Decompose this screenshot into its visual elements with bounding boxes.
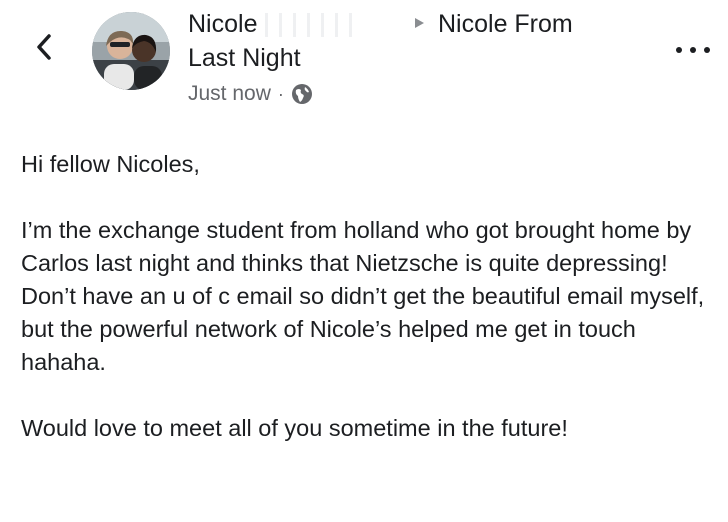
post-closing: Would love to meet all of you sometime i… [21, 415, 568, 441]
more-dot [704, 47, 710, 53]
more-options-button[interactable] [676, 40, 710, 60]
avatar-photo [92, 12, 170, 90]
post-meta: Just now · [188, 80, 313, 108]
author-name-continued[interactable]: Last Night [188, 42, 301, 74]
post-timestamp[interactable]: Just now [188, 82, 271, 106]
post-body: Hi fellow Nicoles, I’m the exchange stud… [21, 148, 721, 445]
more-dot [676, 47, 682, 53]
target-group-name[interactable]: Nicole From [438, 8, 573, 40]
author-name[interactable]: Nicole [188, 8, 360, 40]
post-text: I’m the exchange student from holland wh… [21, 217, 711, 375]
globe-icon[interactable] [291, 83, 313, 105]
redacted-surname [259, 13, 360, 38]
post-header: Nicole Nicole From Last Night Just now · [0, 0, 728, 120]
share-arrow-icon [415, 18, 424, 28]
avatar[interactable] [92, 12, 170, 90]
author-first-name[interactable]: Nicole [188, 10, 257, 38]
back-button[interactable] [30, 30, 58, 64]
meta-separator: · [277, 83, 284, 104]
more-dot [690, 47, 696, 53]
chevron-left-icon [37, 34, 51, 60]
post-greeting: Hi fellow Nicoles, [21, 151, 200, 177]
